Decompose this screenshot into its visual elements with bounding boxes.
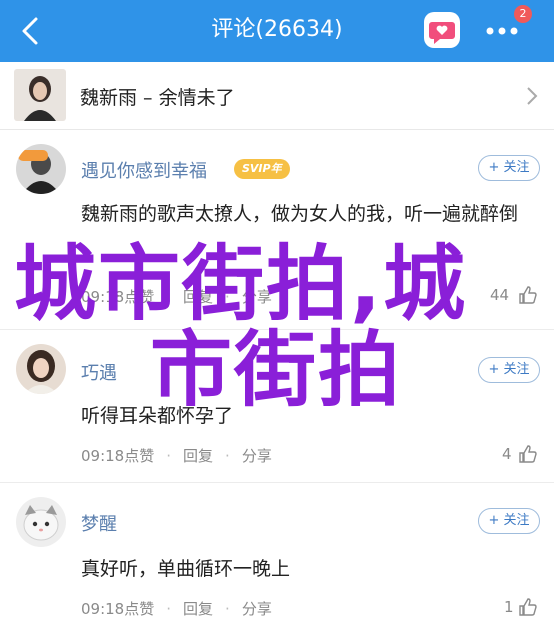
avatar[interactable] (16, 497, 66, 547)
top-bar: 评论(26634) 2 (0, 0, 554, 62)
comment-item: 梦醒 + 关注 真好听，单曲循环一晚上 09:18点赞 · 回复 · 分享 1 (0, 483, 554, 635)
like-count: 4 (502, 445, 512, 463)
comment-text: 真好听，单曲循环一晚上 (81, 558, 291, 580)
watermark-line-2: 市街拍 (150, 323, 403, 418)
follow-button[interactable]: + 关注 (478, 357, 540, 383)
notification-badge: 2 (514, 5, 532, 23)
like-action-label[interactable]: 点赞 (124, 447, 154, 465)
like-action-label[interactable]: 点赞 (124, 600, 154, 618)
comment-meta: 09:18点赞 · 回复 · 分享 (81, 447, 272, 465)
comment-time: 09:18 (81, 600, 125, 618)
chevron-right-icon (524, 84, 540, 108)
svip-badge: SVIP年 (234, 159, 290, 179)
share-button[interactable]: 分享 (242, 447, 272, 465)
thumbs-up-icon[interactable] (518, 597, 538, 617)
reply-button[interactable]: 回复 (183, 447, 213, 465)
thumbs-up-icon[interactable] (518, 444, 538, 464)
song-title: 魏新雨 – 余情未了 (80, 87, 235, 109)
message-button[interactable] (424, 12, 460, 48)
comment-username[interactable]: 梦醒 (81, 510, 117, 536)
comment-meta: 09:18点赞 · 回复 · 分享 (81, 600, 272, 618)
heart-message-icon (429, 22, 455, 44)
page-title: 评论(26634) (211, 17, 343, 42)
like-count: 1 (504, 598, 514, 616)
share-button[interactable]: 分享 (242, 600, 272, 618)
song-cover-image (14, 69, 66, 121)
follow-button[interactable]: + 关注 (478, 155, 540, 181)
song-row[interactable]: 魏新雨 – 余情未了 (0, 62, 554, 130)
thumbs-up-icon[interactable] (518, 285, 538, 305)
avatar[interactable] (16, 144, 66, 194)
comment-time: 09:18 (81, 447, 125, 465)
avatar[interactable] (16, 344, 66, 394)
reply-button[interactable]: 回复 (183, 600, 213, 618)
comment-text: 魏新雨的歌声太撩人，做为女人的我，听一遍就醉倒 (81, 203, 519, 225)
comment-username[interactable]: 遇见你感到幸福 (81, 157, 207, 183)
like-count: 44 (490, 286, 510, 304)
comment-username[interactable]: 巧遇 (81, 359, 117, 385)
watermark-line-1: 城市街拍,城 (14, 237, 468, 332)
follow-button[interactable]: + 关注 (478, 508, 540, 534)
